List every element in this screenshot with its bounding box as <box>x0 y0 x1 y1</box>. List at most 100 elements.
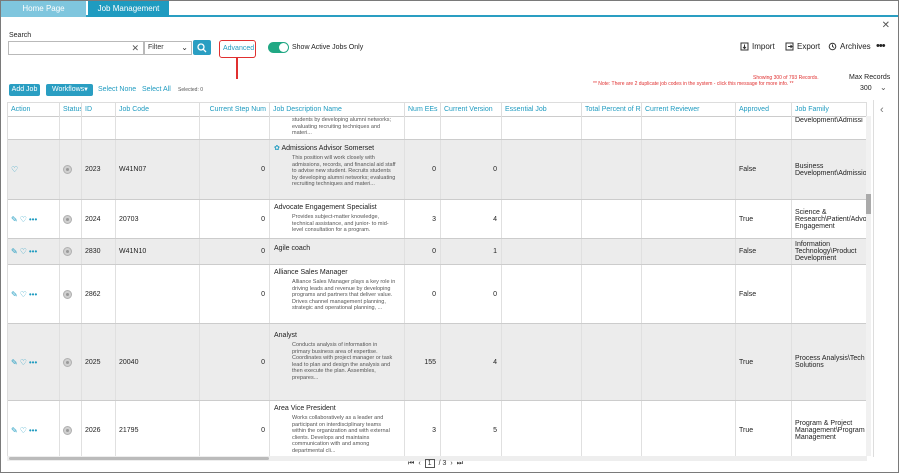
job-code-cell: W41N07 <box>116 140 200 199</box>
table-row[interactable]: ✎ ♡ ••• 2862 0 Alliance Sales Manager Alli… <box>8 265 866 324</box>
duplicate-note[interactable]: ** Note: There are 2 duplicate job codes… <box>593 81 794 87</box>
edit-icon[interactable]: ✎ <box>11 426 18 435</box>
filter-select[interactable]: Filter ⌄ <box>144 41 192 55</box>
essential-cell <box>502 140 582 199</box>
more-icon[interactable]: ••• <box>29 290 37 299</box>
col-num-ees[interactable]: Num EEs <box>405 103 441 117</box>
more-icon[interactable]: ••• <box>29 358 37 367</box>
favorite-icon[interactable]: ♡ <box>20 358 27 367</box>
action-cell: ✎ ♡ ••• <box>8 401 60 456</box>
favorite-icon[interactable]: ♡ <box>20 247 27 256</box>
tab-home-page[interactable]: Home Page <box>1 1 86 17</box>
job-title-text: Admissions Advisor Somerset <box>281 145 375 152</box>
max-records-select[interactable]: 300 <box>860 85 872 92</box>
edit-icon[interactable]: ✎ <box>11 290 18 299</box>
favorite-icon[interactable]: ♡ <box>20 290 27 299</box>
percent-cell <box>582 117 642 139</box>
action-cell: ♡ <box>8 140 60 199</box>
status-cell <box>60 401 82 456</box>
export-button[interactable]: Export <box>785 42 820 51</box>
essential-cell <box>502 401 582 456</box>
job-description-text: Provides subject-matter knowledge, techn… <box>292 214 389 233</box>
table-row[interactable]: ✎ ♡ ••• 2025 20040 0 Analyst Conducts anal… <box>8 324 866 401</box>
table-row[interactable]: ✎ ♡ ••• 2830 W41N10 0 Agile coach 0 1 Fals… <box>8 239 866 265</box>
col-id[interactable]: ID <box>82 103 116 117</box>
col-status[interactable]: Status <box>60 103 82 117</box>
favorite-icon[interactable]: ♡ <box>20 426 27 435</box>
job-title[interactable]: Agile coach <box>274 245 400 252</box>
last-page-icon[interactable]: ⏭ <box>457 460 463 468</box>
percent-cell <box>582 200 642 238</box>
description-cell: students by developing alumni networks; … <box>270 117 405 139</box>
job-title[interactable]: Alliance Sales Manager <box>274 269 400 276</box>
grid-header: Action Status ID Job Code Current Step N… <box>8 103 866 117</box>
col-approved[interactable]: Approved <box>736 103 792 117</box>
table-row[interactable]: ✎ ♡ ••• 2024 20703 0 Advocate Engagement S… <box>8 200 866 239</box>
table-row[interactable]: students by developing alumni networks; … <box>8 117 866 140</box>
more-icon[interactable]: ••• <box>29 426 37 435</box>
job-description-text: Alliance Sales Manager plays a key role … <box>292 279 396 311</box>
tab-job-management[interactable]: Job Management <box>88 1 169 17</box>
more-options-icon[interactable]: ••• <box>876 40 886 52</box>
id-cell <box>82 117 116 139</box>
edit-icon[interactable]: ✎ <box>11 358 18 367</box>
edit-icon[interactable]: ✎ <box>11 215 18 224</box>
chevron-left-icon[interactable]: ‹ <box>880 104 884 116</box>
approved-cell: False <box>736 140 792 199</box>
status-cell <box>60 117 82 139</box>
table-row[interactable]: ✎ ♡ ••• 2026 21795 0 Area Vice President W… <box>8 401 866 456</box>
clear-icon[interactable]: ✕ <box>131 43 139 54</box>
favorite-icon[interactable]: ♡ <box>20 215 27 224</box>
step-cell: 0 <box>200 324 270 400</box>
job-title[interactable]: Analyst <box>274 332 400 339</box>
col-current-reviewer[interactable]: Current Reviewer <box>642 103 736 117</box>
percent-cell <box>582 324 642 400</box>
version-cell: 0 <box>441 140 502 199</box>
col-job-code[interactable]: Job Code <box>116 103 200 117</box>
col-essential-job[interactable]: Essential Job <box>502 103 582 117</box>
more-icon[interactable]: ••• <box>29 247 37 256</box>
add-job-button[interactable]: Add Job <box>9 84 40 96</box>
select-none-link[interactable]: Select None <box>98 86 136 93</box>
job-family-cell: Science & Research\Patient/Advo Engageme… <box>792 200 866 238</box>
col-total-percent[interactable]: Total Percent of R <box>582 103 642 117</box>
page-input[interactable]: 1 <box>424 459 435 468</box>
num-ees-cell: 0 <box>405 265 441 323</box>
import-button[interactable]: Import <box>740 42 775 51</box>
close-icon[interactable]: ✕ <box>882 20 890 31</box>
chevron-down-icon[interactable]: ⌄ <box>880 83 887 92</box>
advanced-link[interactable]: Advanced <box>223 45 254 52</box>
col-action[interactable]: Action <box>8 103 60 117</box>
version-cell: 1 <box>441 239 502 264</box>
col-current-step-num[interactable]: Current Step Num <box>200 103 270 117</box>
scrollbar-thumb[interactable] <box>866 194 871 214</box>
col-job-family[interactable]: Job Family <box>792 103 866 117</box>
scrollbar-thumb[interactable] <box>9 457 269 460</box>
prev-page-icon[interactable]: ‹ <box>418 460 420 467</box>
search-input[interactable]: ✕ <box>8 41 144 55</box>
next-page-icon[interactable]: › <box>450 460 452 467</box>
id-cell: 2025 <box>82 324 116 400</box>
vertical-scrollbar[interactable] <box>866 116 871 456</box>
job-title[interactable]: ✿ Admissions Advisor Somerset <box>274 144 400 152</box>
filter-select-value: Filter <box>148 44 164 51</box>
table-row[interactable]: ♡ 2023 W41N07 0 ✿ Admissions Advisor Som… <box>8 140 866 200</box>
job-title[interactable]: Advocate Engagement Specialist <box>274 204 400 211</box>
col-current-version[interactable]: Current Version <box>441 103 502 117</box>
workflows-button[interactable]: Workflows ▼ <box>46 84 93 96</box>
search-button[interactable] <box>193 40 211 55</box>
favorite-icon[interactable]: ♡ <box>11 165 18 174</box>
col-job-description-name[interactable]: Job Description Name <box>270 103 405 117</box>
archives-button[interactable]: Archives <box>828 42 871 51</box>
approved-cell: True <box>736 401 792 456</box>
edit-icon[interactable]: ✎ <box>11 247 18 256</box>
select-all-link[interactable]: Select All <box>142 86 171 93</box>
more-icon[interactable]: ••• <box>29 215 37 224</box>
id-cell: 2862 <box>82 265 116 323</box>
active-jobs-toggle[interactable] <box>268 42 289 53</box>
toggle-knob <box>279 43 288 52</box>
step-cell <box>200 117 270 139</box>
first-page-icon[interactable]: ⏮ <box>408 460 414 468</box>
job-title[interactable]: Area Vice President <box>274 405 400 412</box>
num-ees-cell <box>405 117 441 139</box>
